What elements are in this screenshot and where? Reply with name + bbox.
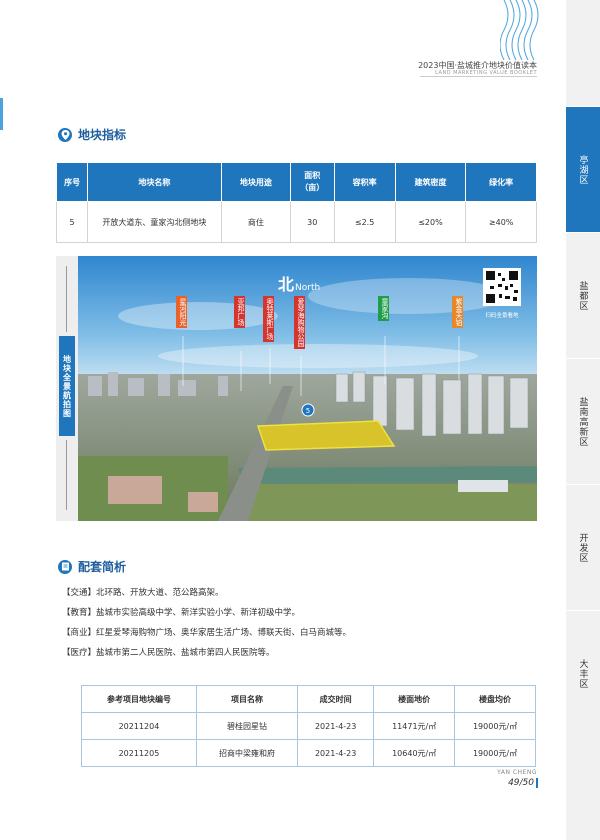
col-index: 序号	[55, 162, 89, 202]
cell-area: 30	[290, 201, 335, 243]
side-line-top	[66, 266, 67, 332]
cell-floor-price: 10640元/㎡	[373, 739, 456, 767]
cell-greening-rate: ≥40%	[465, 201, 537, 243]
section2-heading: 配套简析	[58, 558, 126, 575]
section1-title: 地块指标	[78, 128, 127, 142]
table-header-row: 序号 地块名称 地块用途 面积 （亩） 容积率 建筑密度 绿化率	[55, 162, 537, 202]
cell-floor-price: 11471元/㎡	[373, 712, 456, 740]
amenity-list: 【交通】北环路、开放大道、范公路高架。 【教育】盐城市实验高级中学、新洋实验小学…	[62, 587, 351, 667]
col-land-use: 地块用途	[220, 162, 292, 202]
aerial-photo: 地块全景航拍图 北 North 扫码全景看地 5 星河阳光 亚邦广场 奥特莱斯广…	[56, 256, 537, 521]
photo-side-panel: 地块全景航拍图	[56, 256, 78, 521]
cell-project-name: 招商中梁雍和府	[195, 739, 299, 767]
amenity-medical: 【医疗】盐城市第二人民医院、盐城市第四人民医院等。	[62, 648, 275, 658]
marker-number: 5	[306, 407, 310, 415]
side-tab-yannan[interactable]: 盐南高新区	[566, 358, 600, 484]
table-row: 20211204 碧桂园星钻 2021-4-23 11471元/㎡ 19000元…	[81, 712, 536, 740]
land-index-table: 序号 地块名称 地块用途 面积 （亩） 容积率 建筑密度 绿化率 5 开放大道东…	[55, 162, 537, 243]
cell-building-density: ≤20%	[394, 201, 467, 243]
left-edge-accent	[0, 98, 3, 130]
side-nav: 亭湖区 盐都区 盐南高新区 开发区 大丰区	[566, 0, 600, 840]
cell-plot-ratio: ≤2.5	[333, 201, 396, 243]
table-header-row: 参考项目地块编号 项目名称 成交时间 楼面地价 楼盘均价	[81, 685, 536, 713]
page-number: 49/50	[508, 778, 534, 788]
cell-deal-date: 2021-4-23	[297, 739, 375, 767]
page-number-accent	[536, 778, 538, 788]
side-tab-dafeng[interactable]: 大丰区	[566, 610, 600, 736]
col-avg-price: 楼盘均价	[454, 685, 536, 713]
col-project-name: 项目名称	[195, 685, 299, 713]
place-label-aegean: 爱琴海购物公园	[294, 296, 305, 349]
side-tab-yandu[interactable]: 盐都区	[566, 232, 600, 358]
col-land-name: 地块名称	[87, 162, 222, 202]
amenity-education: 【教育】盐城市实验高级中学、新洋实验小学、新洋初级中学。	[62, 608, 301, 618]
cell-ref-plot-no: 20211205	[81, 739, 197, 767]
col-plot-ratio: 容积率	[333, 162, 396, 202]
col-ref-plot-no: 参考项目地块编号	[81, 685, 197, 713]
col-building-density: 建筑密度	[394, 162, 467, 202]
section2-title: 配套简析	[78, 560, 127, 574]
cell-ref-plot-no: 20211204	[81, 712, 197, 740]
north-en-label: North	[295, 283, 320, 293]
cell-avg-price: 19000元/㎡	[454, 739, 536, 767]
cell-avg-price: 19000元/㎡	[454, 712, 536, 740]
col-deal-date: 成交时间	[297, 685, 375, 713]
place-label-yabang: 亚邦广场	[234, 296, 245, 328]
cell-index: 5	[55, 201, 89, 243]
side-line-bottom	[66, 440, 67, 510]
col-area: 面积 （亩）	[290, 162, 335, 202]
place-label-tongjiagou: 童家沟	[378, 296, 389, 321]
amenity-transport: 【交通】北环路、开放大道、范公路高架。	[62, 588, 224, 598]
wave-decoration	[500, 0, 539, 60]
cell-land-use: 商住	[220, 201, 292, 243]
cell-project-name: 碧桂园星钻	[195, 712, 299, 740]
reference-projects-table: 参考项目地块编号 项目名称 成交时间 楼面地价 楼盘均价 20211204 碧桂…	[81, 685, 536, 767]
table-row: 20211205 招商中梁雍和府 2021-4-23 10640元/㎡ 1900…	[81, 739, 536, 767]
cell-land-name: 开放大道东、童家沟北侧地块	[87, 201, 222, 243]
qr-caption: 扫码全景看地	[485, 311, 519, 319]
table-row: 5 开放大道东、童家沟北侧地块 商住 30 ≤2.5 ≤20% ≥40%	[55, 201, 537, 243]
side-tab-kaifa[interactable]: 开发区	[566, 484, 600, 610]
location-pin-icon	[58, 127, 72, 142]
photo-side-label: 地块全景航拍图	[59, 336, 75, 436]
place-label-outlets: 奥特莱斯广场	[263, 296, 274, 342]
cell-deal-date: 2021-4-23	[297, 712, 375, 740]
north-label: 北	[278, 275, 294, 294]
col-greening-rate: 绿化率	[465, 162, 537, 202]
footer-brand: YAN CHENG	[497, 769, 537, 776]
section1-heading: 地块指标	[58, 126, 126, 143]
aerial-scene: 北 North 扫码全景看地 5	[78, 256, 537, 521]
document-icon	[58, 559, 72, 574]
place-label-xinghe: 星河阳光	[176, 296, 187, 328]
col-floor-price: 楼面地价	[373, 685, 456, 713]
amenity-commerce: 【商业】红星爱琴海购物广场、奥华家居生活广场、博联天街、白马商城等。	[62, 628, 352, 638]
place-label-zijin: 紫金天铂	[452, 296, 463, 328]
side-tab-tinghu[interactable]: 亭湖区	[566, 106, 600, 232]
header-divider	[420, 76, 537, 77]
